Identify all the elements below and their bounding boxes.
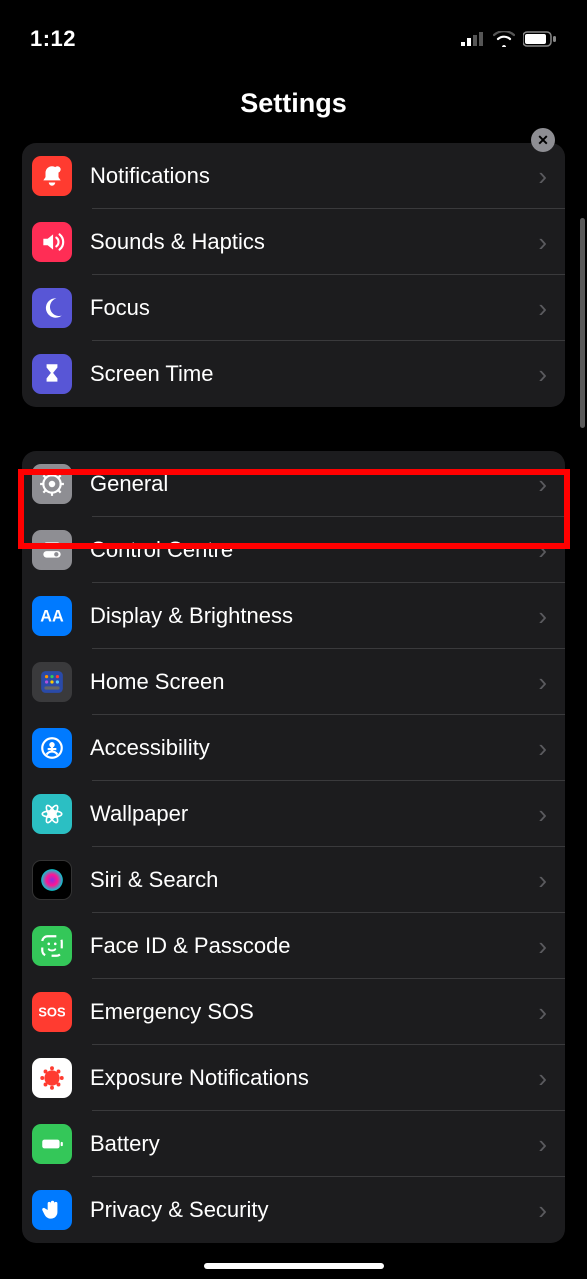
row-screentime[interactable]: Screen Time› xyxy=(22,341,565,407)
row-general[interactable]: General› xyxy=(22,451,565,517)
row-label: Wallpaper xyxy=(90,801,538,827)
person-icon xyxy=(32,728,72,768)
row-label: Control Centre xyxy=(90,537,538,563)
chevron-right-icon: › xyxy=(538,293,547,324)
gear-icon xyxy=(32,464,72,504)
row-faceid[interactable]: Face ID & Passcode› xyxy=(22,913,565,979)
settings-group: Notifications›Sounds & Haptics›Focus›Scr… xyxy=(22,143,565,407)
settings-group: General›Control Centre›Display & Brightn… xyxy=(22,451,565,1243)
row-focus[interactable]: Focus› xyxy=(22,275,565,341)
moon-icon xyxy=(32,288,72,328)
siri-icon xyxy=(32,860,72,900)
row-label: Siri & Search xyxy=(90,867,538,893)
chevron-right-icon: › xyxy=(538,931,547,962)
toggles-icon xyxy=(32,530,72,570)
chevron-right-icon: › xyxy=(538,161,547,192)
page-title: Settings xyxy=(0,60,587,143)
covid-icon xyxy=(32,1058,72,1098)
battery-icon xyxy=(32,1124,72,1164)
status-time: 1:12 xyxy=(30,26,76,52)
row-accessibility[interactable]: Accessibility› xyxy=(22,715,565,781)
row-exposure[interactable]: Exposure Notifications› xyxy=(22,1045,565,1111)
chevron-right-icon: › xyxy=(538,667,547,698)
row-label: Battery xyxy=(90,1131,538,1157)
row-sos[interactable]: Emergency SOS› xyxy=(22,979,565,1045)
hand-icon xyxy=(32,1190,72,1230)
row-label: Home Screen xyxy=(90,669,538,695)
row-battery[interactable]: Battery› xyxy=(22,1111,565,1177)
wifi-icon xyxy=(493,31,515,47)
row-label: Exposure Notifications xyxy=(90,1065,538,1091)
row-controlcentre[interactable]: Control Centre› xyxy=(22,517,565,583)
row-label: Privacy & Security xyxy=(90,1197,538,1223)
chevron-right-icon: › xyxy=(538,359,547,390)
chevron-right-icon: › xyxy=(538,1129,547,1160)
chevron-right-icon: › xyxy=(538,865,547,896)
row-sounds[interactable]: Sounds & Haptics› xyxy=(22,209,565,275)
battery-icon xyxy=(523,31,557,47)
row-label: Face ID & Passcode xyxy=(90,933,538,959)
row-wallpaper[interactable]: Wallpaper› xyxy=(22,781,565,847)
row-display[interactable]: Display & Brightness› xyxy=(22,583,565,649)
row-homescreen[interactable]: Home Screen› xyxy=(22,649,565,715)
chevron-right-icon: › xyxy=(538,601,547,632)
chevron-right-icon: › xyxy=(538,469,547,500)
chevron-right-icon: › xyxy=(538,799,547,830)
row-label: Accessibility xyxy=(90,735,538,761)
aa-icon xyxy=(32,596,72,636)
scroll-indicator[interactable] xyxy=(580,218,585,428)
status-icons xyxy=(461,31,557,47)
row-label: Focus xyxy=(90,295,538,321)
cellular-icon xyxy=(461,32,485,46)
row-label: Screen Time xyxy=(90,361,538,387)
speaker-icon xyxy=(32,222,72,262)
bell-icon xyxy=(32,156,72,196)
row-privacy[interactable]: Privacy & Security› xyxy=(22,1177,565,1243)
settings-scroll[interactable]: Notifications›Sounds & Haptics›Focus›Scr… xyxy=(0,143,587,1243)
row-label: Sounds & Haptics xyxy=(90,229,538,255)
chevron-right-icon: › xyxy=(538,997,547,1028)
row-label: Display & Brightness xyxy=(90,603,538,629)
home-indicator[interactable] xyxy=(204,1263,384,1269)
chevron-right-icon: › xyxy=(538,1195,547,1226)
face-icon xyxy=(32,926,72,966)
flower-icon xyxy=(32,794,72,834)
row-label: General xyxy=(90,471,538,497)
chevron-right-icon: › xyxy=(538,733,547,764)
row-notifications[interactable]: Notifications› xyxy=(22,143,565,209)
chevron-right-icon: › xyxy=(538,535,547,566)
status-bar: 1:12 xyxy=(0,0,587,60)
row-siri[interactable]: Siri & Search› xyxy=(22,847,565,913)
chevron-right-icon: › xyxy=(538,1063,547,1094)
grid-icon xyxy=(32,662,72,702)
chevron-right-icon: › xyxy=(538,227,547,258)
row-label: Emergency SOS xyxy=(90,999,538,1025)
row-label: Notifications xyxy=(90,163,538,189)
sos-icon xyxy=(32,992,72,1032)
hourglass-icon xyxy=(32,354,72,394)
